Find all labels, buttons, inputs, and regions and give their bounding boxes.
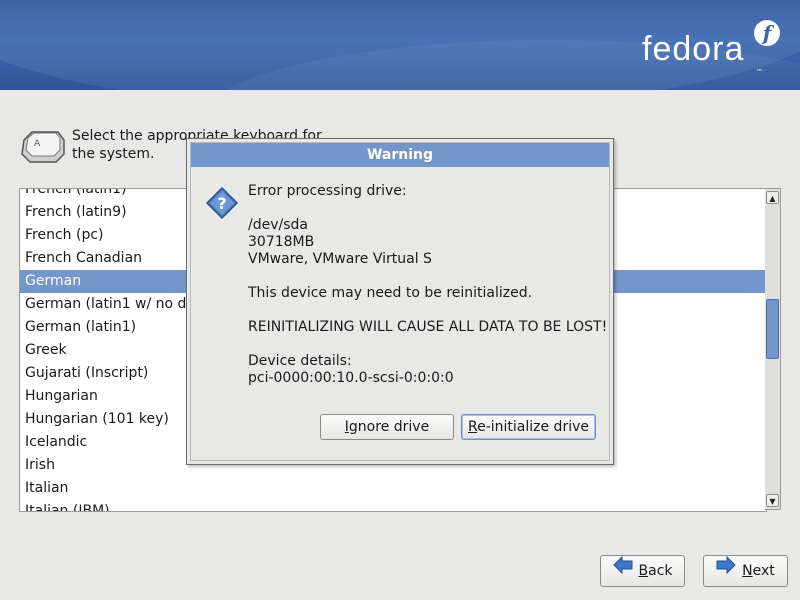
device-model: VMware, VMware Virtual S xyxy=(248,251,432,267)
back-label: ack xyxy=(648,563,673,579)
reinit-mnemonic: R xyxy=(467,419,478,435)
next-button[interactable]: Next xyxy=(703,555,788,587)
list-scrollbar[interactable]: ▲ ▼ xyxy=(765,188,781,510)
device-size: 30718MB xyxy=(248,234,315,250)
device-details-label: Device details: xyxy=(248,353,352,369)
back-mnemonic: B xyxy=(638,563,649,579)
question-icon: ? xyxy=(205,186,239,224)
ignore-label: gnore drive xyxy=(348,419,430,435)
scroll-up-button[interactable]: ▲ xyxy=(766,191,779,204)
scrollbar-thumb[interactable] xyxy=(766,299,779,359)
dialog-title: Warning xyxy=(191,143,609,167)
data-loss-warning: REINITIALIZING WILL CAUSE ALL DATA TO BE… xyxy=(248,319,608,335)
fedora-infinity-icon: f xyxy=(754,20,780,46)
device-details-value: pci-0000:00:10.0-scsi-0:0:0:0 xyxy=(248,370,454,386)
scroll-down-button[interactable]: ▼ xyxy=(766,494,779,507)
keyboard-list-item[interactable]: Italian xyxy=(20,477,766,500)
next-label: ext xyxy=(752,563,775,579)
back-arrow-icon xyxy=(612,555,633,585)
device-path: /dev/sda xyxy=(248,217,308,233)
reinitialize-drive-button[interactable]: Re-initialize drive xyxy=(461,414,596,440)
warning-dialog: Warning ? Error processing drive: /dev/s… xyxy=(186,138,614,465)
next-mnemonic: N xyxy=(742,563,753,579)
keyboard-list-item[interactable]: Italian (IBM) xyxy=(20,500,766,511)
trademark-symbol: ™ xyxy=(756,68,763,76)
svg-text:?: ? xyxy=(217,194,226,213)
reinit-label: e-initialize drive xyxy=(477,419,589,435)
header-banner: fedora f ™ xyxy=(0,0,800,90)
next-arrow-icon xyxy=(716,555,736,585)
fedora-wordmark: fedora xyxy=(642,30,745,68)
dialog-message: Error processing drive: /dev/sda 30718MB… xyxy=(248,183,608,387)
back-button[interactable]: Back xyxy=(600,555,685,587)
reinit-notice: This device may need to be reinitialized… xyxy=(248,285,533,301)
svg-text:A: A xyxy=(34,139,41,149)
error-heading: Error processing drive: xyxy=(248,183,407,199)
keyboard-key-icon: A xyxy=(20,128,66,168)
ignore-drive-button[interactable]: Ignore drive xyxy=(320,414,454,440)
